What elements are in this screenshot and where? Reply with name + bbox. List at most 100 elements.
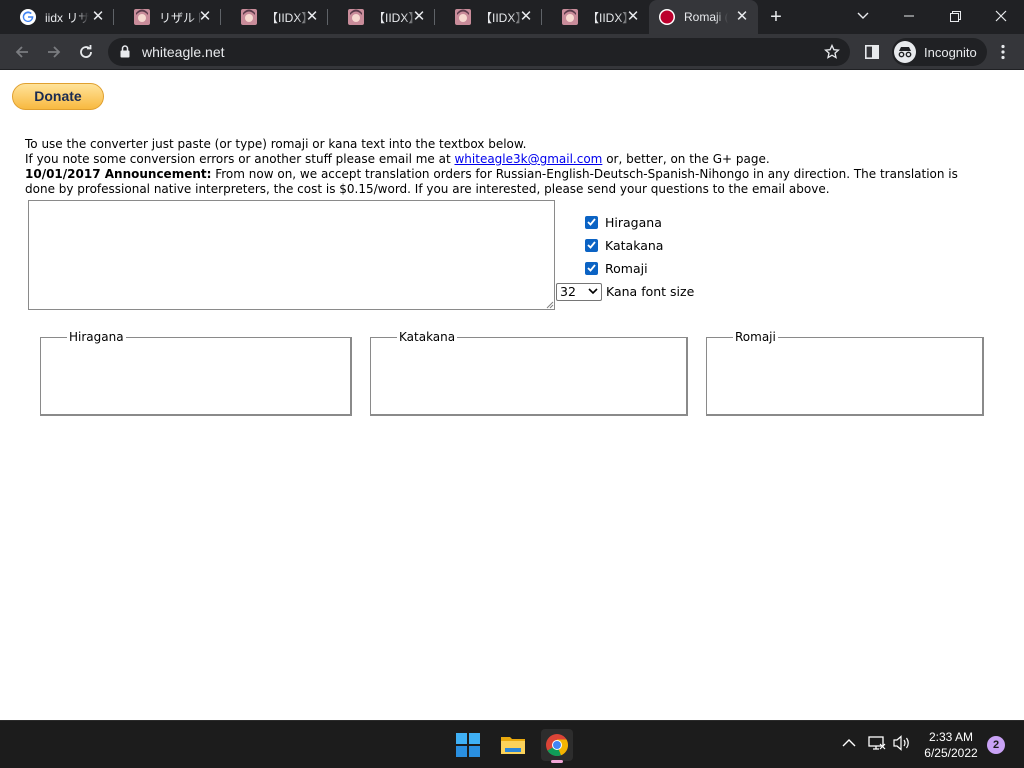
- tab-3[interactable]: 【IIDX】C ✕: [221, 0, 328, 34]
- active-app-indicator: [551, 760, 563, 763]
- email-link[interactable]: whiteagle3k@gmail.com: [454, 152, 602, 166]
- windows-logo-icon: [456, 733, 480, 757]
- tab-strip: iidx リザルト ✕ リザルト ( ✕ 【IIDX】C ✕ 【IIDX】C ✕…: [0, 0, 1024, 34]
- browser-menu-button[interactable]: [989, 38, 1017, 66]
- checkmark-icon: [587, 264, 596, 272]
- restore-button[interactable]: [932, 0, 978, 32]
- font-size-select[interactable]: 32: [556, 283, 602, 301]
- clock[interactable]: 2:33 AM 6/25/2022: [915, 729, 987, 761]
- tab-6[interactable]: 【IIDX】B ✕: [542, 0, 649, 34]
- forward-button[interactable]: [40, 38, 68, 66]
- address-bar[interactable]: whiteagle.net: [108, 38, 850, 66]
- output-legend: Romaji: [735, 330, 776, 344]
- checkmark-icon: [587, 218, 596, 226]
- more-vertical-icon: [1001, 44, 1005, 60]
- japan-flag-icon: [659, 9, 675, 25]
- minimize-icon: [904, 15, 914, 17]
- option-label: Katakana: [605, 237, 664, 253]
- intro-line-1: To use the converter just paste (or type…: [25, 137, 527, 151]
- file-explorer-button[interactable]: [497, 729, 529, 761]
- donate-button[interactable]: Donate: [12, 83, 104, 110]
- tab-4[interactable]: 【IIDX】C ✕: [328, 0, 435, 34]
- checkmark-icon: [587, 241, 596, 249]
- chevron-down-icon: [857, 12, 869, 19]
- output-legend: Hiragana: [69, 330, 124, 344]
- profile-label: Incognito: [924, 44, 977, 60]
- checkbox-katakana[interactable]: [585, 238, 598, 252]
- clock-date: 6/25/2022: [924, 746, 978, 760]
- arrow-left-icon: [15, 46, 28, 58]
- close-icon: [995, 10, 1007, 22]
- tab-title: Romaji (: [684, 10, 728, 24]
- option-katakana[interactable]: Katakana: [585, 237, 663, 253]
- checkbox-romaji[interactable]: [585, 261, 598, 275]
- tab-close-icon[interactable]: ✕: [90, 9, 106, 25]
- announcement: 10/01/2017 Announcement: From now on, we…: [25, 167, 985, 197]
- option-hiragana[interactable]: Hiragana: [585, 214, 662, 230]
- resize-grip-icon[interactable]: [545, 300, 554, 309]
- output-katakana[interactable]: Katakana: [370, 330, 688, 416]
- speaker-icon: [893, 735, 909, 751]
- tab-close-icon[interactable]: ✕: [411, 9, 427, 25]
- tab-close-icon[interactable]: ✕: [304, 9, 320, 25]
- tab-close-icon[interactable]: ✕: [197, 9, 213, 25]
- folder-icon: [501, 737, 525, 754]
- show-hidden-icons-button[interactable]: [842, 735, 856, 753]
- output-romaji[interactable]: Romaji: [706, 330, 984, 416]
- chevron-down-icon: [588, 288, 598, 295]
- font-size-value: 32: [560, 284, 576, 299]
- browser-toolbar: whiteagle.net Incognito: [0, 34, 1024, 70]
- back-button[interactable]: [8, 38, 36, 66]
- anime-avatar-icon: [348, 9, 364, 25]
- google-icon: [20, 9, 36, 25]
- anime-avatar-icon: [241, 9, 257, 25]
- tab-5[interactable]: 【IIDX】B ✕: [435, 0, 542, 34]
- chrome-taskbar-button[interactable]: [541, 729, 573, 763]
- reload-button[interactable]: [72, 38, 100, 66]
- intro-line-2-before: If you note some conversion errors or an…: [25, 152, 455, 166]
- anime-avatar-icon: [455, 9, 471, 25]
- chevron-up-icon: [842, 739, 856, 747]
- output-hiragana[interactable]: Hiragana: [40, 330, 352, 416]
- new-tab-button[interactable]: +: [766, 7, 786, 27]
- tab-title: iidx リザルト: [45, 10, 89, 25]
- intro-text: To use the converter just paste (or type…: [25, 137, 985, 197]
- taskbar: 2:33 AM 6/25/2022: [0, 720, 1024, 768]
- checkbox-hiragana[interactable]: [585, 215, 598, 229]
- font-size-label: Kana font size: [606, 284, 695, 299]
- input-textarea[interactable]: [28, 200, 555, 310]
- volume-button[interactable]: [893, 735, 911, 756]
- option-label: Romaji: [605, 260, 648, 276]
- tab-search-button[interactable]: [840, 0, 886, 32]
- address-text: whiteagle.net: [142, 44, 225, 60]
- lock-icon: [120, 45, 130, 58]
- start-button[interactable]: [452, 729, 484, 761]
- intro-line-2: If you note some conversion errors or an…: [25, 152, 985, 167]
- chrome-icon: [546, 734, 569, 757]
- tab-2[interactable]: リザルト ( ✕: [114, 0, 221, 34]
- clock-time: 2:33 AM: [928, 730, 974, 744]
- network-button[interactable]: [868, 735, 886, 756]
- restore-icon: [949, 10, 961, 22]
- tab-7-active[interactable]: Romaji ( ✕: [649, 0, 758, 34]
- output-legend: Katakana: [399, 330, 456, 344]
- close-window-button[interactable]: [978, 0, 1024, 32]
- intro-line-2-after: or, better, on the G+ page.: [602, 152, 770, 166]
- incognito-profile-button[interactable]: Incognito: [892, 38, 987, 66]
- arrow-right-icon: [48, 46, 61, 58]
- bookmark-star-icon[interactable]: [824, 44, 840, 60]
- anime-avatar-icon: [562, 9, 578, 25]
- anime-avatar-icon: [134, 9, 150, 25]
- option-romaji[interactable]: Romaji: [585, 260, 648, 276]
- side-panel-button[interactable]: [858, 38, 886, 66]
- incognito-icon: [894, 41, 916, 63]
- page-content: Donate To use the converter just paste (…: [0, 70, 1024, 720]
- tab-close-icon[interactable]: ✕: [734, 9, 750, 25]
- tab-close-icon[interactable]: ✕: [625, 9, 641, 25]
- notification-badge[interactable]: 2: [987, 736, 1005, 754]
- minimize-button[interactable]: [886, 0, 932, 32]
- announcement-heading: 10/01/2017 Announcement:: [25, 167, 212, 181]
- tab-1[interactable]: iidx リザルト ✕: [0, 0, 114, 34]
- tab-close-icon[interactable]: ✕: [518, 9, 534, 25]
- reload-icon: [80, 45, 92, 58]
